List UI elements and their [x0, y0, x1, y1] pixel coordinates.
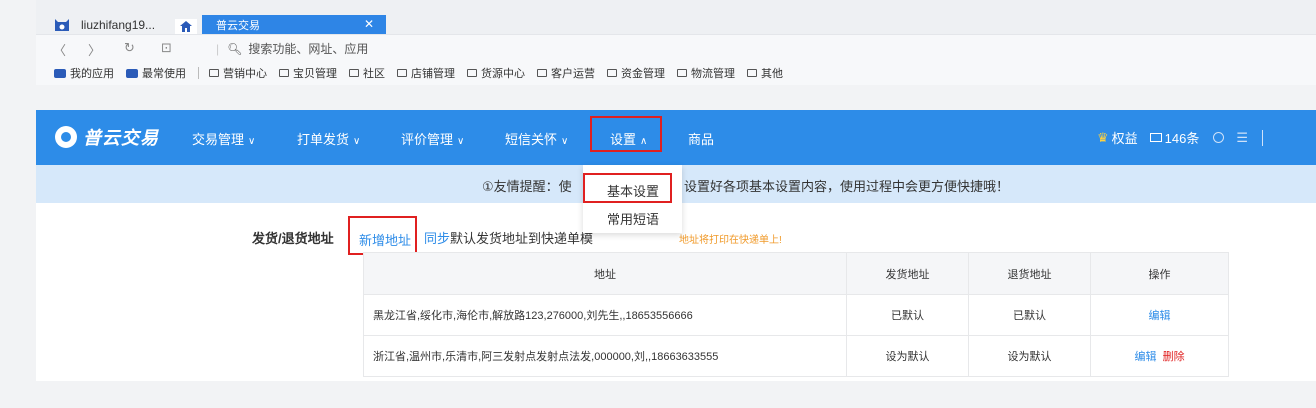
folder-icon	[677, 69, 687, 77]
print-tip: 地址将打印在快递单上!	[679, 235, 782, 246]
folder-icon	[747, 69, 757, 77]
apps-icon	[54, 68, 66, 78]
tab-active-label: 普云交易	[216, 19, 260, 32]
sms-count[interactable]: 146条	[1165, 128, 1200, 147]
folder-icon	[279, 69, 289, 77]
bookmark-items[interactable]: 宝贝管理	[279, 65, 337, 81]
chevron-down-icon: ∨	[561, 136, 569, 147]
bookmark-customers[interactable]: 客户运营	[537, 65, 595, 81]
crown-icon: ♛	[1097, 129, 1109, 145]
forward-icon[interactable]: 〉	[88, 40, 101, 59]
folder-icon	[397, 69, 407, 77]
mail-icon	[1149, 133, 1162, 142]
notice-left-text: ①友情提醒：使	[482, 179, 572, 194]
col-return: 退货地址	[968, 252, 1092, 295]
chevron-down-icon: ∨	[353, 136, 361, 147]
menu-reviews[interactable]: 评价管理 ∨	[401, 129, 464, 148]
address-cell: 黑龙江省,绥化市,海伦市,解放路123,276000,刘先生,,18653556…	[363, 294, 847, 336]
set-ship-default-link[interactable]: 设为默认	[845, 335, 970, 377]
brand-logo[interactable]: 普云交易	[55, 124, 159, 150]
apps-icon	[126, 68, 138, 78]
folder-icon	[537, 69, 547, 77]
col-ship: 发货地址	[845, 252, 970, 295]
menu-trade[interactable]: 交易管理 ∨	[192, 129, 255, 148]
set-return-default-link[interactable]: 设为默认	[968, 335, 1092, 377]
notice-right-text: 设置好各项基本设置内容，使用过程中会更方便快捷哦！	[684, 179, 1010, 194]
bookmark-store[interactable]: 店铺管理	[397, 65, 455, 81]
brand-name: 普云交易	[83, 128, 159, 148]
home-icon[interactable]	[175, 19, 197, 34]
edit-link[interactable]: 编辑	[1134, 351, 1156, 363]
bookmark-my-apps[interactable]: 我的应用	[54, 65, 114, 81]
edit-link[interactable]: 编辑	[1149, 310, 1171, 322]
ops-cell: 编辑	[1090, 294, 1229, 336]
folder-icon	[607, 69, 617, 77]
clock-icon[interactable]	[1213, 132, 1225, 143]
bookmark-marketing[interactable]: 营销中心	[198, 65, 267, 81]
sync-text: 同步默认发货地址到快递单模	[424, 231, 594, 246]
nav-right: ♛ 权益 146条 ☰	[1097, 128, 1264, 147]
menu-print-ship[interactable]: 打单发货 ∨	[297, 129, 360, 148]
search-icon: 🔍︎	[227, 41, 243, 56]
dropdown-common-phrases[interactable]: 常用短语	[607, 209, 659, 228]
bookmark-other[interactable]: 其他	[747, 65, 783, 81]
address-table: 地址 发货地址 退货地址 操作 黑龙江省,绥化市,海伦市,解放路123,2760…	[363, 252, 1229, 377]
ops-cell: 编辑 删除	[1090, 335, 1229, 377]
tab-profile-label: liuzhifang19...	[81, 17, 156, 32]
delete-link[interactable]: 删除	[1163, 351, 1185, 363]
dropdown-basic-settings[interactable]: 基本设置	[607, 181, 659, 200]
bookmarks-bar: 我的应用 最常使用 营销中心 宝贝管理 社区 店铺管理 货源中心 客户运营 资金…	[36, 61, 1316, 85]
address-placeholder: 搜索功能、网址、应用	[248, 42, 369, 56]
ship-default-status: 已默认	[845, 294, 970, 336]
chevron-down-icon: ∨	[248, 136, 256, 147]
col-ops: 操作	[1090, 252, 1229, 295]
list-icon[interactable]: ☰	[1236, 130, 1248, 146]
address-bar[interactable]: | 🔍︎ 搜索功能、网址、应用	[216, 40, 368, 57]
folder-icon	[349, 69, 359, 77]
section-label: 发货/退货地址	[252, 231, 334, 246]
close-tab-icon[interactable]: ✕	[364, 17, 374, 31]
table-row: 黑龙江省,绥化市,海伦市,解放路123,276000,刘先生,,18653556…	[363, 294, 1229, 336]
reload-icon[interactable]: ↻	[124, 40, 135, 56]
folder-icon	[209, 69, 219, 77]
settings-highlight-box	[590, 116, 662, 152]
menu-sms-care[interactable]: 短信关怀 ∨	[505, 129, 568, 148]
tab-bar: liuzhifang19... 普云交易 ✕	[36, 0, 1316, 35]
brand-icon	[55, 126, 77, 148]
settings-dropdown: 基本设置 常用短语	[583, 165, 682, 233]
back-icon[interactable]: 〈	[53, 40, 66, 59]
return-default-status: 已默认	[968, 294, 1092, 336]
col-address: 地址	[363, 252, 847, 295]
folder-icon	[467, 69, 477, 77]
bookmark-sourcing[interactable]: 货源中心	[467, 65, 525, 81]
table-row: 浙江省,温州市,乐清市,阿三发射点发射点法发,000000,刘,,1866363…	[363, 335, 1229, 377]
bookmark-frequent[interactable]: 最常使用	[126, 65, 186, 81]
screenshot-icon[interactable]: ⊡	[161, 40, 172, 56]
tab-active[interactable]: 普云交易 ✕	[202, 15, 386, 34]
sync-link[interactable]: 同步	[424, 231, 450, 246]
profile-logo-icon	[55, 18, 69, 31]
bookmark-community[interactable]: 社区	[349, 65, 385, 81]
chevron-down-icon: ∨	[457, 136, 465, 147]
table-header-row: 地址 发货地址 退货地址 操作	[363, 252, 1229, 295]
bookmark-funds[interactable]: 资金管理	[607, 65, 665, 81]
browser-chrome: liuzhifang19... 普云交易 ✕ 〈 〉 ↻ ⊡ | 🔍︎ 搜索功能…	[36, 0, 1316, 85]
nav-bar: 〈 〉 ↻ ⊡ | 🔍︎ 搜索功能、网址、应用	[36, 35, 1316, 61]
menu-products[interactable]: 商品	[688, 129, 714, 148]
rights-link[interactable]: 权益	[1112, 128, 1138, 147]
tab-profile[interactable]: liuzhifang19...	[36, 15, 167, 34]
app-navbar: 普云交易 交易管理 ∨ 打单发货 ∨ 评价管理 ∨ 短信关怀 ∨ 设置 ∧ 商品 ♛ 权益…	[36, 110, 1316, 165]
add-address-highlight-box	[348, 216, 417, 255]
address-cell: 浙江省,温州市,乐清市,阿三发射点发射点法发,000000,刘,,1866363…	[363, 335, 847, 377]
bookmark-logistics[interactable]: 物流管理	[677, 65, 735, 81]
